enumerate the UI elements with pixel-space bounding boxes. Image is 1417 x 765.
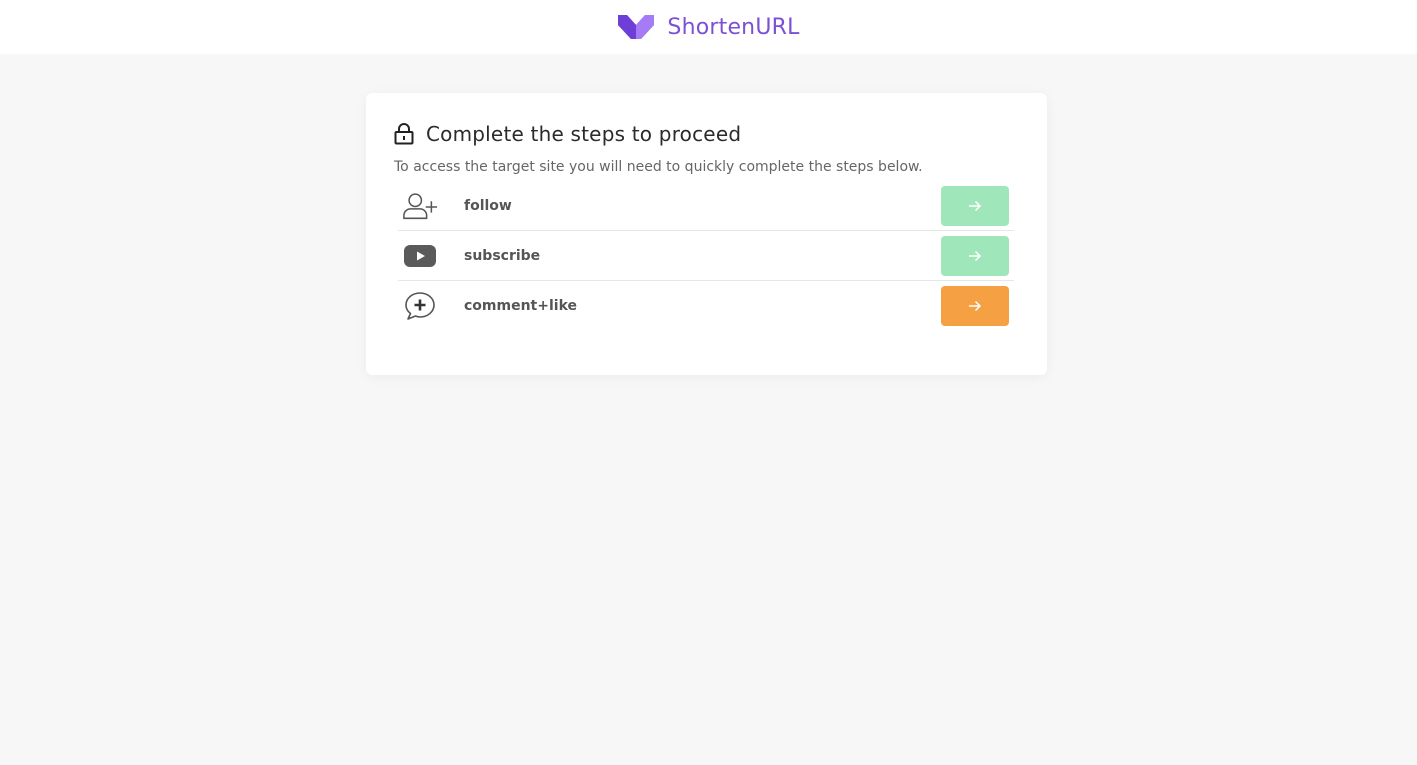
step-comment-like: comment+like	[398, 281, 1014, 331]
step-label: subscribe	[464, 247, 541, 264]
arrow-right-icon	[969, 300, 982, 312]
top-bar: ShortenURL	[0, 0, 1417, 54]
step-label: follow	[464, 197, 512, 214]
brand-name: ShortenURL	[667, 14, 800, 40]
steps-list: follow subscribe comment+like	[398, 181, 1014, 331]
arrow-right-icon	[969, 250, 982, 262]
steps-card: Complete the steps to proceed To access …	[366, 93, 1047, 375]
brand-link[interactable]: ShortenURL	[617, 13, 799, 41]
step-follow: follow	[398, 181, 1014, 231]
lock-icon	[394, 123, 414, 145]
step-subscribe: subscribe	[398, 231, 1014, 281]
youtube-play-icon	[402, 241, 438, 271]
step-subscribe-button[interactable]	[941, 236, 1009, 276]
arrow-right-icon	[969, 200, 982, 212]
card-subtitle: To access the target site you will need …	[394, 159, 923, 175]
user-plus-icon	[402, 191, 438, 221]
step-label: comment+like	[464, 298, 578, 314]
card-title: Complete the steps to proceed	[426, 122, 742, 146]
comment-plus-icon	[402, 291, 438, 321]
step-follow-button[interactable]	[941, 186, 1009, 226]
card-header: Complete the steps to proceed	[394, 121, 1019, 147]
shortenurl-logo-icon	[618, 15, 655, 39]
step-comment-like-button[interactable]	[941, 286, 1009, 326]
